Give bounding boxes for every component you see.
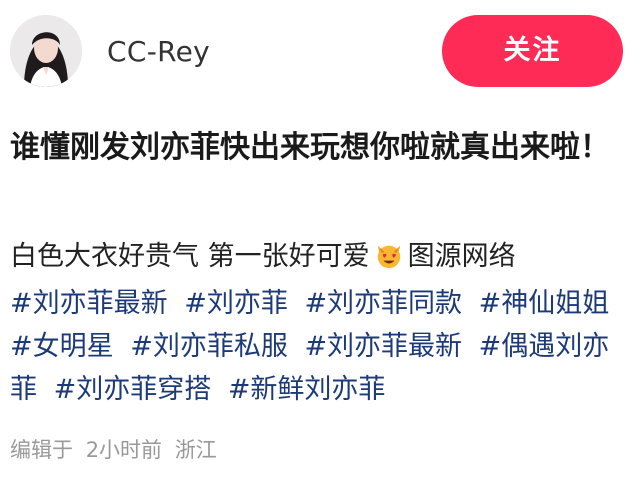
heart-eyes-cat-icon [377,245,400,269]
post-title: 谁懂刚发刘亦菲快出来玩想你啦就真出来啦！ [10,130,610,165]
hashtag-link[interactable]: #刘亦菲同款 [304,288,462,319]
hashtag-link[interactable]: #女明星 [10,331,114,362]
post-meta: 编辑于 2小时前 浙江 [10,436,223,464]
post-time: 2小时前 [85,438,163,462]
hashtag-link[interactable]: #刘亦菲最新 [304,331,462,362]
post-body: 白色大衣好贵气 第一张好可爱 图源网络 [10,236,630,277]
edited-label: 编辑于 [10,438,73,462]
hashtag-link[interactable]: #刘亦菲最新 [10,288,168,319]
hashtag-link[interactable]: #刘亦菲 [184,288,288,319]
post-card: CC-Rey 关注 谁懂刚发刘亦菲快出来玩想你啦就真出来啦！ 白色大衣好贵气 第… [0,0,640,503]
hashtag-link[interactable]: #刘亦菲私服 [130,331,288,362]
follow-button[interactable]: 关注 [442,15,623,87]
hashtag-link[interactable]: #神仙姐姐 [479,288,610,319]
post-body-text: 白色大衣好贵气 第一张好可爱 [10,241,370,272]
post-header: CC-Rey 关注 [0,0,640,105]
username[interactable]: CC-Rey [107,34,210,70]
hashtag-list: #刘亦菲最新 #刘亦菲 #刘亦菲同款 #神仙姐姐 #女明星 #刘亦菲私服 #刘亦… [10,282,630,411]
post-body-source: 图源网络 [407,241,516,272]
post-location: 浙江 [174,438,217,462]
hashtag-link[interactable]: #刘亦菲穿搭 [54,374,212,405]
hashtag-link[interactable]: #新鲜刘亦菲 [228,374,386,405]
avatar-portrait-icon [10,15,82,87]
avatar[interactable] [10,15,82,87]
